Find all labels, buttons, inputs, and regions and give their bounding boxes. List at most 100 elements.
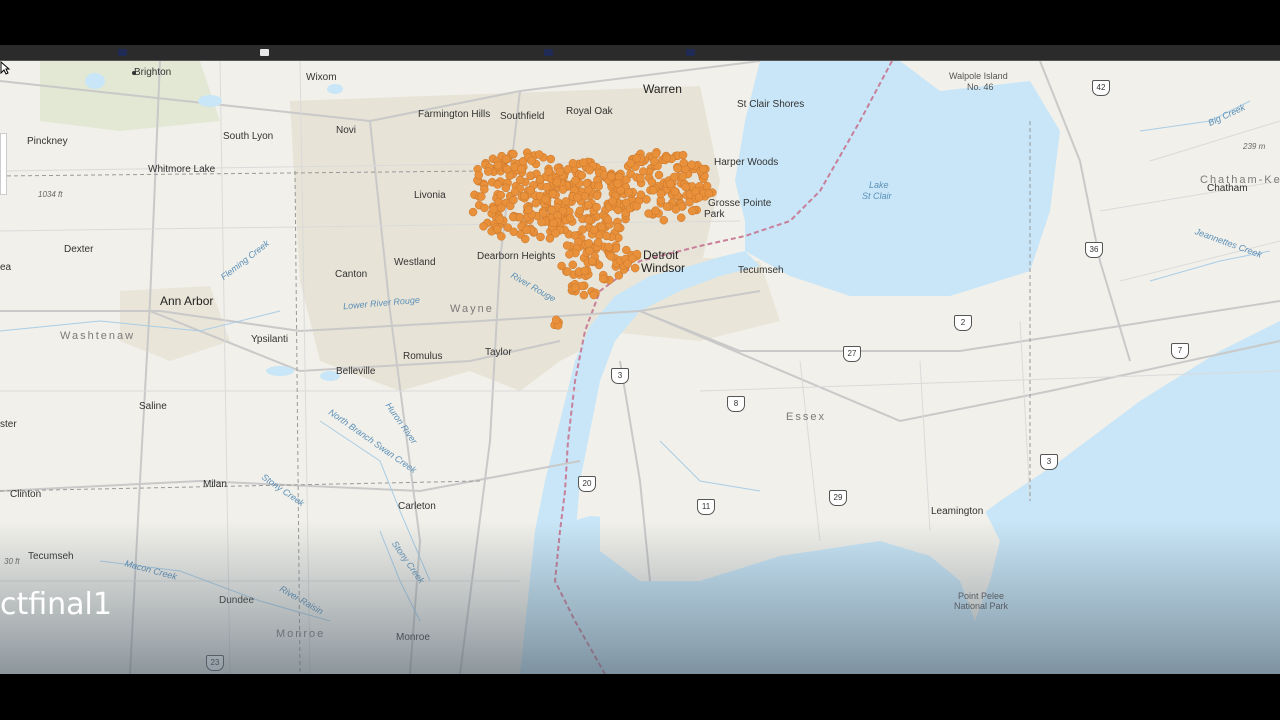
map-point[interactable] [679,158,689,168]
map-point[interactable] [520,191,529,201]
map-point[interactable] [493,160,503,170]
map-point[interactable] [526,171,535,180]
map-point[interactable] [575,206,585,215]
map-point[interactable] [687,206,697,216]
map-point[interactable] [588,256,597,266]
map-point[interactable] [552,177,562,187]
map-point[interactable] [548,189,558,199]
map-point[interactable] [542,182,552,192]
map-point[interactable] [608,196,617,206]
map-point[interactable] [496,203,506,213]
map-point[interactable] [480,185,489,194]
map-point[interactable] [517,164,526,174]
map-point[interactable] [662,153,671,163]
map-point[interactable] [580,191,590,201]
map-point[interactable] [670,187,680,196]
map-point[interactable] [678,172,688,181]
map-point[interactable] [694,193,704,202]
map-point[interactable] [685,197,694,207]
map-point[interactable] [546,154,556,164]
map-point[interactable] [565,213,575,223]
map-point[interactable] [515,175,525,185]
map-point[interactable] [579,158,588,167]
map-point[interactable] [489,204,498,214]
map-point[interactable] [582,179,591,188]
map-point[interactable] [704,189,714,198]
map-point[interactable] [584,239,593,248]
map-point[interactable] [479,222,488,231]
map-point[interactable] [681,182,690,192]
map-point[interactable] [522,225,531,235]
map-point[interactable] [526,185,535,195]
map-point[interactable] [495,215,504,224]
map-point[interactable] [493,224,502,234]
map-point[interactable] [565,250,574,259]
map-point[interactable] [636,190,646,199]
map-point[interactable] [580,266,590,276]
map-point[interactable] [544,167,553,176]
map-point[interactable] [592,191,602,201]
map-point[interactable] [606,252,616,261]
map-point[interactable] [568,260,578,270]
map-point[interactable] [538,208,548,218]
map-point[interactable] [571,176,580,185]
map-point[interactable] [593,238,603,247]
map-point[interactable] [636,173,645,183]
map-point[interactable] [531,198,541,208]
map-point[interactable] [602,231,611,241]
map-point[interactable] [702,181,712,191]
map-point[interactable] [614,271,624,280]
map-point[interactable] [598,274,608,284]
map-point[interactable] [501,154,511,164]
map-point[interactable] [585,165,594,175]
map-point[interactable] [650,157,659,166]
map-point[interactable] [561,197,571,206]
map-point[interactable] [536,232,545,242]
map-point[interactable] [535,175,545,184]
map-point[interactable] [578,225,587,234]
map-point[interactable] [502,165,512,174]
map-point[interactable] [573,193,582,202]
map-point[interactable] [537,217,546,227]
map-point[interactable] [651,149,661,159]
map-point[interactable] [662,202,672,211]
map-point[interactable] [654,170,664,180]
map-point[interactable] [510,162,519,172]
map-point[interactable] [510,187,520,197]
map-point[interactable] [497,232,506,241]
map-point[interactable] [647,177,657,187]
map-point[interactable] [632,202,641,211]
map-point[interactable] [515,213,525,222]
map-point[interactable] [649,186,658,195]
map-point[interactable] [563,267,572,276]
map-point[interactable] [603,215,613,224]
map-point[interactable] [594,182,603,191]
map-point[interactable] [584,215,593,225]
map-point[interactable] [558,185,568,194]
map-point[interactable] [579,290,589,300]
map-point[interactable] [474,170,484,180]
map-point[interactable] [524,205,533,214]
toolbar-icon[interactable] [686,49,695,56]
map-point[interactable] [509,227,518,237]
map-point[interactable] [597,222,607,232]
map-point[interactable] [551,315,561,325]
map-point[interactable] [632,154,641,163]
map-point[interactable] [483,167,493,176]
map-point[interactable] [659,215,669,225]
map-point[interactable] [656,189,666,198]
map-point[interactable] [520,234,530,244]
map-point[interactable] [676,213,686,222]
map-point[interactable] [673,164,682,173]
map-point[interactable] [651,206,660,215]
side-panel-edge[interactable] [0,133,7,195]
map-point[interactable] [604,242,614,252]
map-point[interactable] [549,218,558,228]
map-point[interactable] [666,179,675,189]
map-point[interactable] [624,188,633,197]
map-point[interactable] [534,150,544,159]
toolbar-icon[interactable] [118,49,127,56]
toolbar-icon[interactable] [260,49,269,56]
map-point[interactable] [589,290,599,300]
map-point[interactable] [527,156,536,165]
